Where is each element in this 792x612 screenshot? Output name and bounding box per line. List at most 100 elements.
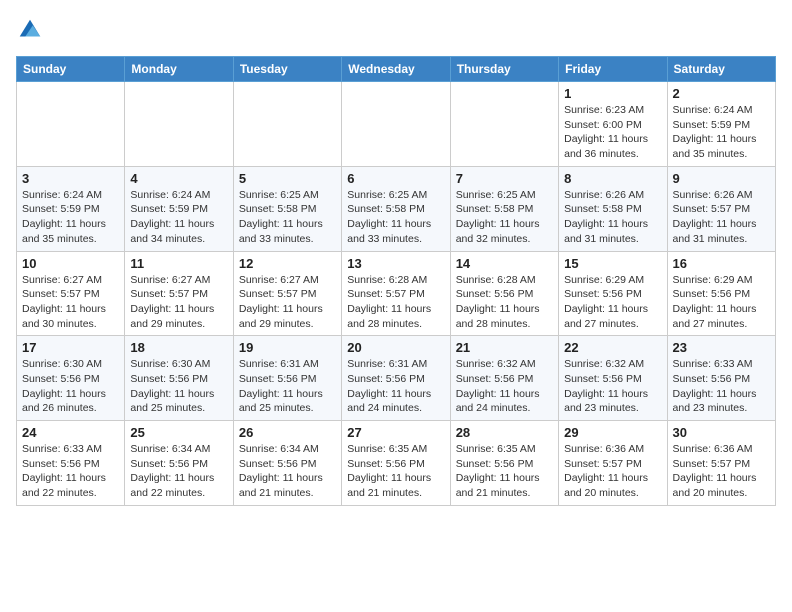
- day-info: Sunrise: 6:25 AM Sunset: 5:58 PM Dayligh…: [456, 188, 553, 247]
- day-info: Sunrise: 6:31 AM Sunset: 5:56 PM Dayligh…: [239, 357, 336, 416]
- day-info: Sunrise: 6:24 AM Sunset: 5:59 PM Dayligh…: [22, 188, 119, 247]
- day-number: 2: [673, 86, 770, 101]
- day-info: Sunrise: 6:36 AM Sunset: 5:57 PM Dayligh…: [673, 442, 770, 501]
- calendar-cell: 7 Sunrise: 6:25 AM Sunset: 5:58 PM Daylig…: [450, 166, 558, 251]
- weekday-header: Monday: [125, 57, 233, 82]
- calendar-cell: 12Sunrise: 6:27 AM Sunset: 5:57 PM Dayli…: [233, 251, 341, 336]
- day-info: Sunrise: 6:30 AM Sunset: 5:56 PM Dayligh…: [130, 357, 227, 416]
- day-info: Sunrise: 6:26 AM Sunset: 5:58 PM Dayligh…: [564, 188, 661, 247]
- calendar-cell: 28 Sunrise: 6:35 AM Sunset: 5:56 PM Dayli…: [450, 421, 558, 506]
- day-info: Sunrise: 6:29 AM Sunset: 5:56 PM Dayligh…: [673, 273, 770, 332]
- calendar-week-row: 17 Sunrise: 6:30 AM Sunset: 5:56 PM Dayli…: [17, 336, 776, 421]
- day-number: 15: [564, 256, 661, 271]
- day-info: Sunrise: 6:23 AM Sunset: 6:00 PM Dayligh…: [564, 103, 661, 162]
- day-info: Sunrise: 6:31 AM Sunset: 5:56 PM Dayligh…: [347, 357, 444, 416]
- day-number: 7: [456, 171, 553, 186]
- calendar-cell: 24 Sunrise: 6:33 AM Sunset: 5:56 PM Dayli…: [17, 421, 125, 506]
- calendar-cell: 18Sunrise: 6:30 AM Sunset: 5:56 PM Dayli…: [125, 336, 233, 421]
- day-number: 23: [673, 340, 770, 355]
- day-number: 1: [564, 86, 661, 101]
- calendar-week-row: 3 Sunrise: 6:24 AM Sunset: 5:59 PM Daylig…: [17, 166, 776, 251]
- calendar-cell: 16 Sunrise: 6:29 AM Sunset: 5:56 PM Dayli…: [667, 251, 775, 336]
- calendar-cell: 19 Sunrise: 6:31 AM Sunset: 5:56 PM Dayli…: [233, 336, 341, 421]
- day-number: 20: [347, 340, 444, 355]
- day-info: Sunrise: 6:35 AM Sunset: 5:56 PM Dayligh…: [347, 442, 444, 501]
- weekday-header: Saturday: [667, 57, 775, 82]
- day-number: 16: [673, 256, 770, 271]
- day-info: Sunrise: 6:34 AM Sunset: 5:56 PM Dayligh…: [239, 442, 336, 501]
- weekday-header: Sunday: [17, 57, 125, 82]
- weekday-header: Wednesday: [342, 57, 450, 82]
- day-number: 9: [673, 171, 770, 186]
- day-info: Sunrise: 6:34 AM Sunset: 5:56 PM Dayligh…: [130, 442, 227, 501]
- calendar-cell: [450, 82, 558, 167]
- calendar-cell: 6 Sunrise: 6:25 AM Sunset: 5:58 PM Daylig…: [342, 166, 450, 251]
- calendar-cell: [125, 82, 233, 167]
- calendar-cell: 10 Sunrise: 6:27 AM Sunset: 5:57 PM Dayli…: [17, 251, 125, 336]
- calendar-cell: 9 Sunrise: 6:26 AM Sunset: 5:57 PM Daylig…: [667, 166, 775, 251]
- day-number: 25: [130, 425, 227, 440]
- day-number: 10: [22, 256, 119, 271]
- calendar-cell: 22 Sunrise: 6:32 AM Sunset: 5:56 PM Dayli…: [559, 336, 667, 421]
- day-info: Sunrise: 6:26 AM Sunset: 5:57 PM Dayligh…: [673, 188, 770, 247]
- day-number: 30: [673, 425, 770, 440]
- day-info: Sunrise: 6:27 AM Sunset: 5:57 PM Dayligh…: [239, 273, 336, 332]
- day-info: Sunrise: 6:32 AM Sunset: 5:56 PM Dayligh…: [564, 357, 661, 416]
- day-number: 11: [130, 256, 227, 271]
- weekday-header: Thursday: [450, 57, 558, 82]
- day-info: Sunrise: 6:25 AM Sunset: 5:58 PM Dayligh…: [239, 188, 336, 247]
- day-info: Sunrise: 6:33 AM Sunset: 5:56 PM Dayligh…: [22, 442, 119, 501]
- calendar-table: SundayMondayTuesdayWednesdayThursdayFrid…: [16, 56, 776, 506]
- calendar-cell: [17, 82, 125, 167]
- calendar-cell: 21Sunrise: 6:32 AM Sunset: 5:56 PM Dayli…: [450, 336, 558, 421]
- logo-icon: [16, 16, 44, 44]
- weekday-header: Tuesday: [233, 57, 341, 82]
- day-number: 19: [239, 340, 336, 355]
- day-info: Sunrise: 6:30 AM Sunset: 5:56 PM Dayligh…: [22, 357, 119, 416]
- calendar-cell: 1 Sunrise: 6:23 AM Sunset: 6:00 PM Daylig…: [559, 82, 667, 167]
- calendar-cell: 11 Sunrise: 6:27 AM Sunset: 5:57 PM Dayli…: [125, 251, 233, 336]
- calendar-week-row: 24 Sunrise: 6:33 AM Sunset: 5:56 PM Dayli…: [17, 421, 776, 506]
- day-info: Sunrise: 6:28 AM Sunset: 5:57 PM Dayligh…: [347, 273, 444, 332]
- day-number: 3: [22, 171, 119, 186]
- calendar-cell: 17 Sunrise: 6:30 AM Sunset: 5:56 PM Dayli…: [17, 336, 125, 421]
- calendar-cell: 5 Sunrise: 6:25 AM Sunset: 5:58 PM Daylig…: [233, 166, 341, 251]
- calendar-cell: [342, 82, 450, 167]
- calendar-cell: 23 Sunrise: 6:33 AM Sunset: 5:56 PM Dayli…: [667, 336, 775, 421]
- day-info: Sunrise: 6:25 AM Sunset: 5:58 PM Dayligh…: [347, 188, 444, 247]
- calendar-cell: 25 Sunrise: 6:34 AM Sunset: 5:56 PM Dayli…: [125, 421, 233, 506]
- day-number: 29: [564, 425, 661, 440]
- day-info: Sunrise: 6:24 AM Sunset: 5:59 PM Dayligh…: [130, 188, 227, 247]
- day-number: 24: [22, 425, 119, 440]
- calendar-week-row: 10 Sunrise: 6:27 AM Sunset: 5:57 PM Dayli…: [17, 251, 776, 336]
- calendar-cell: 15 Sunrise: 6:29 AM Sunset: 5:56 PM Dayli…: [559, 251, 667, 336]
- calendar-cell: 20 Sunrise: 6:31 AM Sunset: 5:56 PM Dayli…: [342, 336, 450, 421]
- day-number: 5: [239, 171, 336, 186]
- weekday-header-row: SundayMondayTuesdayWednesdayThursdayFrid…: [17, 57, 776, 82]
- calendar-cell: 29 Sunrise: 6:36 AM Sunset: 5:57 PM Dayli…: [559, 421, 667, 506]
- page-header: [16, 16, 776, 44]
- day-number: 22: [564, 340, 661, 355]
- calendar-cell: 27Sunrise: 6:35 AM Sunset: 5:56 PM Dayli…: [342, 421, 450, 506]
- calendar-cell: 3 Sunrise: 6:24 AM Sunset: 5:59 PM Daylig…: [17, 166, 125, 251]
- day-number: 8: [564, 171, 661, 186]
- day-number: 4: [130, 171, 227, 186]
- day-info: Sunrise: 6:35 AM Sunset: 5:56 PM Dayligh…: [456, 442, 553, 501]
- calendar-cell: [233, 82, 341, 167]
- day-info: Sunrise: 6:29 AM Sunset: 5:56 PM Dayligh…: [564, 273, 661, 332]
- calendar-week-row: 1 Sunrise: 6:23 AM Sunset: 6:00 PM Daylig…: [17, 82, 776, 167]
- calendar-cell: 30 Sunrise: 6:36 AM Sunset: 5:57 PM Dayli…: [667, 421, 775, 506]
- day-info: Sunrise: 6:27 AM Sunset: 5:57 PM Dayligh…: [22, 273, 119, 332]
- day-info: Sunrise: 6:27 AM Sunset: 5:57 PM Dayligh…: [130, 273, 227, 332]
- calendar-cell: 14Sunrise: 6:28 AM Sunset: 5:56 PM Dayli…: [450, 251, 558, 336]
- weekday-header: Friday: [559, 57, 667, 82]
- calendar-cell: 2Sunrise: 6:24 AM Sunset: 5:59 PM Daylig…: [667, 82, 775, 167]
- calendar-cell: 4 Sunrise: 6:24 AM Sunset: 5:59 PM Daylig…: [125, 166, 233, 251]
- day-info: Sunrise: 6:33 AM Sunset: 5:56 PM Dayligh…: [673, 357, 770, 416]
- day-number: 13: [347, 256, 444, 271]
- day-info: Sunrise: 6:36 AM Sunset: 5:57 PM Dayligh…: [564, 442, 661, 501]
- day-number: 6: [347, 171, 444, 186]
- day-number: 17: [22, 340, 119, 355]
- day-number: 28: [456, 425, 553, 440]
- day-number: 21: [456, 340, 553, 355]
